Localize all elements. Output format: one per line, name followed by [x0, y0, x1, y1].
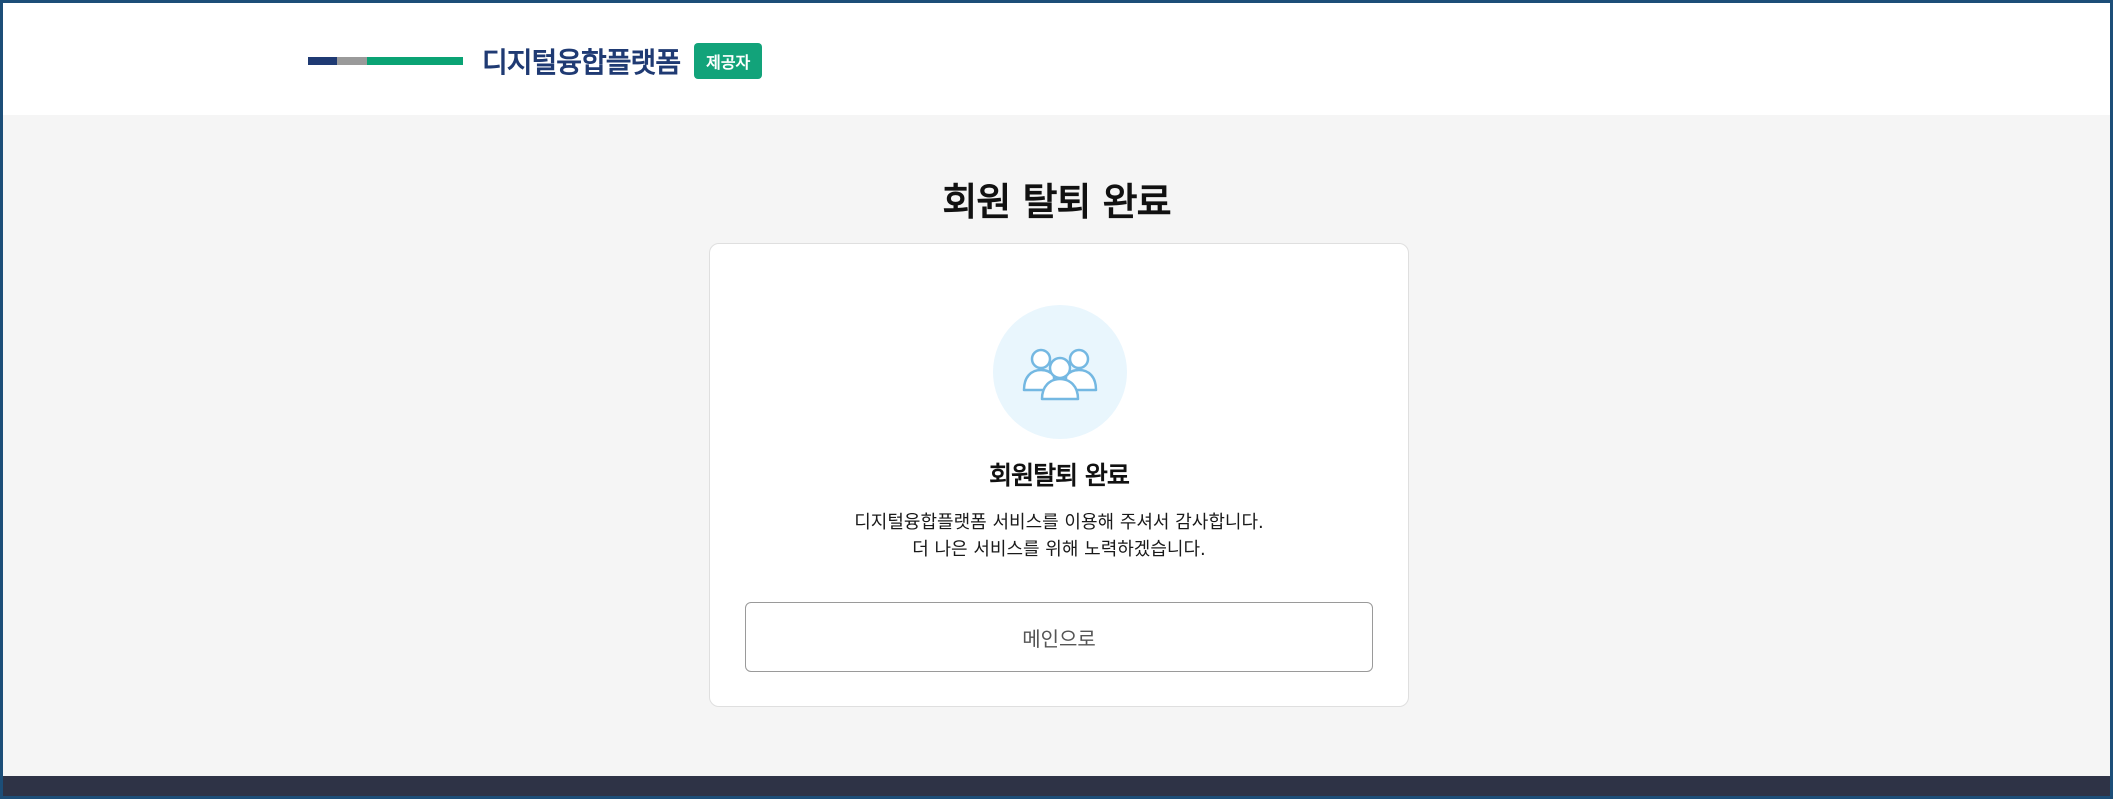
site-footer: [3, 776, 2110, 796]
users-group-icon: [993, 305, 1127, 439]
card-message: 디지털융합플랫폼 서비스를 이용해 주셔서 감사합니다. 더 나은 서비스를 위…: [710, 509, 1408, 563]
logo-stripe-gray: [337, 57, 367, 65]
page-frame: 디지털융합플랫폼 제공자 회원 탈퇴 완료 회원탈퇴 완료 디지털융합플랫폼 서…: [0, 0, 2113, 799]
go-to-main-button[interactable]: 메인으로: [745, 602, 1373, 672]
page-title: 회원 탈퇴 완료: [942, 180, 1171, 224]
card-message-line-1: 디지털융합플랫폼 서비스를 이용해 주셔서 감사합니다.: [854, 512, 1264, 533]
users-group-svg: [1022, 348, 1098, 401]
card-message-line-2: 더 나은 서비스를 위해 노력하겠습니다.: [912, 539, 1206, 560]
brand-name: 디지털융합플랫폼: [482, 46, 681, 79]
site-logo[interactable]: 디지털융합플랫폼 제공자: [308, 41, 763, 81]
card-title: 회원탈퇴 완료: [989, 461, 1130, 490]
withdrawal-complete-card: 회원탈퇴 완료 디지털융합플랫폼 서비스를 이용해 주셔서 감사합니다. 더 나…: [709, 243, 1409, 707]
site-header: 디지털융합플랫폼 제공자: [3, 3, 2110, 115]
logo-stripe-navy: [308, 57, 337, 65]
provider-badge: 제공자: [694, 43, 763, 79]
logo-stripe-green: [367, 57, 463, 65]
logo-stripe: [308, 57, 463, 65]
